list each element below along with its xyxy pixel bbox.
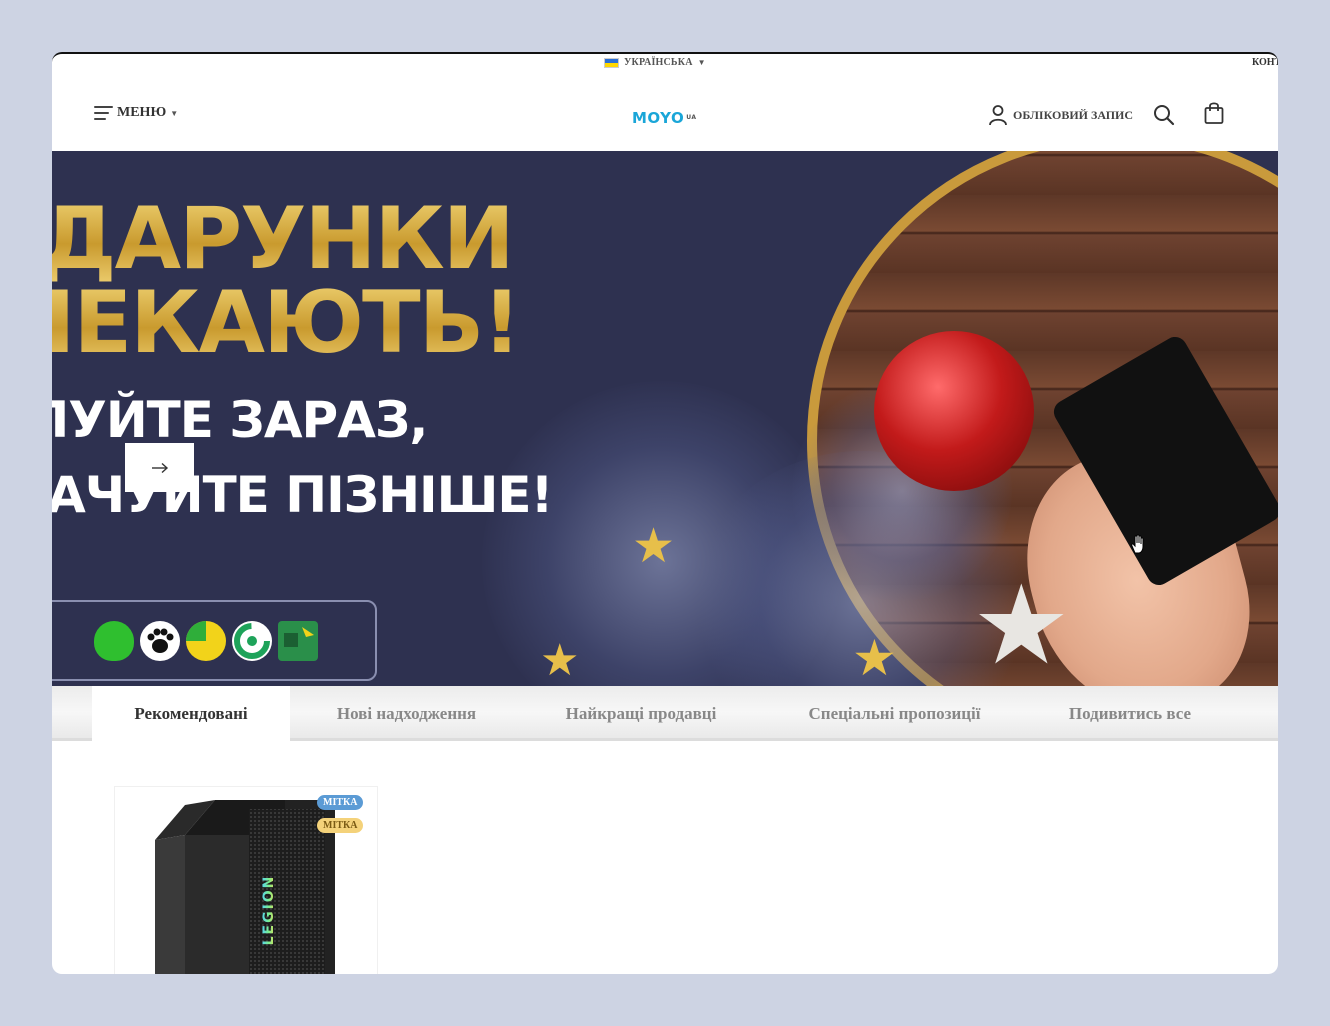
gold-star-decoration: ★ bbox=[632, 520, 676, 573]
gold-star-decoration: ★ bbox=[540, 636, 580, 685]
puzzle-icon bbox=[278, 620, 318, 661]
tab-view-all[interactable]: Подивитись все bbox=[1052, 686, 1208, 741]
logo-text: MOYO bbox=[632, 109, 685, 127]
tab-new-arrivals[interactable]: Нові надходження bbox=[314, 686, 499, 741]
shopping-bag-icon bbox=[1204, 102, 1224, 124]
user-icon bbox=[989, 105, 1007, 126]
hand-cursor-icon bbox=[1131, 534, 1144, 554]
chevron-down-icon: ▼ bbox=[697, 58, 706, 67]
slider-next-button[interactable] bbox=[125, 443, 194, 492]
top-strip: УКРАЇНСЬКА ▼ КОНТАКТИ bbox=[52, 54, 1278, 74]
menu-button[interactable]: МЕНЮ ▼ bbox=[94, 105, 178, 121]
payment-partners-panel bbox=[52, 600, 377, 681]
tab-recommended[interactable]: Рекомендовані bbox=[92, 686, 290, 741]
ukraine-flag-icon bbox=[604, 57, 619, 68]
product-card[interactable]: LEGION МІТКА МІТКА bbox=[114, 786, 378, 974]
pie-chart-icon bbox=[186, 620, 226, 661]
product-badge: МІТКА bbox=[317, 795, 364, 810]
green-apple-icon bbox=[94, 620, 134, 661]
legion-brand-text: LEGION bbox=[261, 875, 277, 946]
product-tabs: Рекомендовані Нові надходження Найкращі … bbox=[52, 686, 1278, 741]
language-label: УКРАЇНСЬКА bbox=[624, 57, 693, 68]
hamburger-icon bbox=[94, 105, 113, 121]
language-selector[interactable]: УКРАЇНСЬКА ▼ bbox=[604, 57, 706, 68]
contacts-link[interactable]: КОНТАКТИ bbox=[1252, 57, 1278, 68]
banner-headline-line2: ЧЕКАЮТЬ! bbox=[52, 273, 521, 373]
site-header: МЕНЮ ▼ MOYO UA ОБЛІКОВИЙ ЗАПИС bbox=[52, 74, 1278, 151]
tab-special-offers[interactable]: Спеціальні пропозиції bbox=[782, 686, 1007, 741]
paw-icon bbox=[140, 620, 180, 661]
arrow-right-icon bbox=[151, 462, 168, 473]
account-label: ОБЛІКОВИЙ ЗАПИС bbox=[1013, 107, 1134, 122]
logo-suffix: UA bbox=[686, 114, 697, 121]
browser-window: УКРАЇНСЬКА ▼ КОНТАКТИ МЕНЮ ▼ MOYO UA ОБЛ… bbox=[52, 52, 1278, 974]
hero-banner[interactable]: ★ ★ ★ ★ ДАРУНКИ ЧЕКАЮТЬ! КУПУЙТЕ ЗАРАЗ, … bbox=[52, 151, 1278, 686]
pc-tower-image: LEGION bbox=[155, 800, 335, 974]
site-logo[interactable]: MOYO UA bbox=[632, 109, 697, 127]
search-icon bbox=[1154, 105, 1175, 126]
account-link[interactable]: ОБЛІКОВИЙ ЗАПИС bbox=[988, 104, 1133, 126]
white-star-decoration: ★ bbox=[972, 565, 1071, 686]
gold-star-decoration: ★ bbox=[852, 630, 897, 686]
cart-button[interactable] bbox=[1203, 101, 1225, 130]
banner-headline-line3: КУПУЙТЕ ЗАРАЗ, bbox=[52, 391, 428, 449]
chevron-down-icon: ▼ bbox=[170, 108, 179, 118]
menu-label: МЕНЮ bbox=[117, 105, 167, 120]
red-ornament-image bbox=[874, 331, 1034, 491]
refresh-circle-icon bbox=[232, 620, 272, 661]
search-button[interactable] bbox=[1153, 104, 1175, 131]
tab-best-sellers[interactable]: Найкращі продавці bbox=[545, 686, 737, 741]
product-badge: МІТКА bbox=[317, 818, 364, 833]
